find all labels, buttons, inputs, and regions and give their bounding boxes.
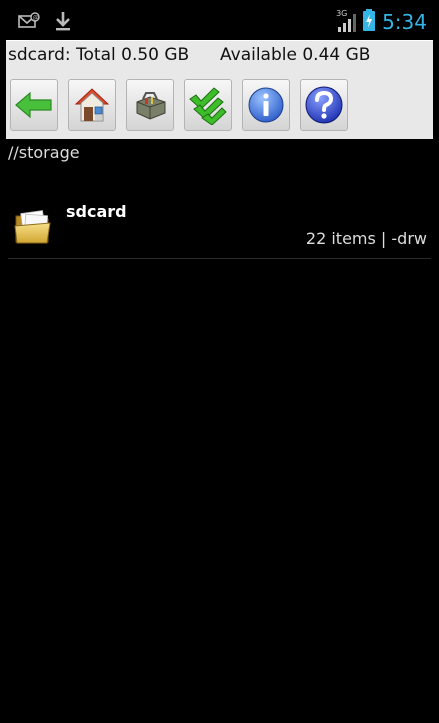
- info-icon: [247, 86, 285, 124]
- help-icon: [304, 85, 344, 125]
- battery-charging-icon: [362, 8, 376, 36]
- list-item[interactable]: sdcard 22 items | -drw: [8, 186, 431, 259]
- mail-notification-icon: @: [18, 12, 40, 34]
- storage-total: sdcard: Total 0.50 GB: [8, 45, 190, 65]
- screen: @ 3G 5:34 sdcard: Total 0.50 GB Availabl…: [0, 0, 439, 723]
- status-bar: @ 3G 5:34: [0, 0, 439, 40]
- signal-icon: 3G: [336, 9, 357, 33]
- info-button[interactable]: [242, 79, 290, 131]
- svg-text:@: @: [33, 15, 39, 22]
- status-indicators: 3G 5:34: [336, 8, 427, 36]
- home-icon: [73, 86, 111, 124]
- toolbar-panel: sdcard: Total 0.50 GB Available 0.44 GB: [6, 40, 433, 139]
- download-icon: [54, 10, 72, 36]
- status-time: 5:34: [382, 10, 427, 34]
- current-path: //storage: [8, 143, 80, 162]
- multi-select-button[interactable]: [184, 79, 232, 131]
- tools-button[interactable]: [126, 79, 174, 131]
- status-notifications: @: [18, 10, 72, 36]
- storage-info: sdcard: Total 0.50 GB Available 0.44 GB: [8, 45, 370, 65]
- file-name: sdcard: [66, 202, 127, 221]
- toolbox-icon: [131, 88, 169, 122]
- multi-select-check-icon: [188, 85, 228, 125]
- help-button[interactable]: [300, 79, 348, 131]
- home-button[interactable]: [68, 79, 116, 131]
- back-button[interactable]: [10, 79, 58, 131]
- folder-icon: [14, 206, 54, 250]
- file-meta: 22 items | -drw: [305, 229, 427, 248]
- toolbar: [10, 79, 348, 131]
- back-arrow-icon: [14, 90, 54, 120]
- storage-available: Available 0.44 GB: [220, 45, 371, 65]
